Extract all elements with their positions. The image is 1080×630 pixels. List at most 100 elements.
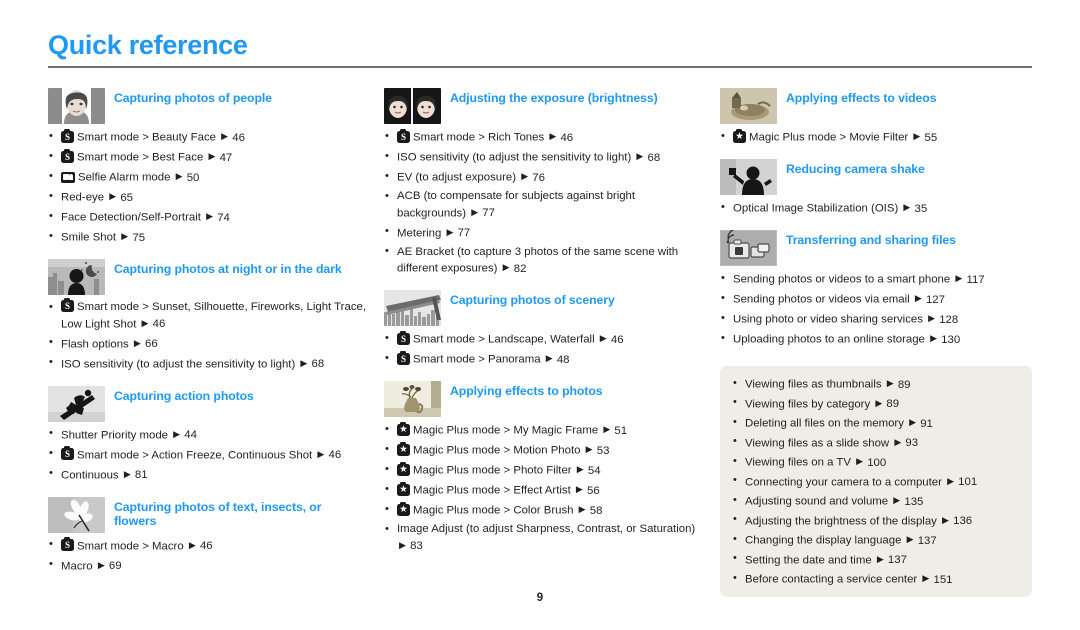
reference-section: Capturing photos of text, insects, or fl… <box>48 496 366 575</box>
list-item: ACB (to compensate for subjects against … <box>384 189 702 222</box>
list-item-label: Optical Image Stabilization (OIS) <box>733 202 899 215</box>
page-ref-arrow-icon: ▶ <box>175 171 183 181</box>
page-ref: ▶ 101 <box>942 476 977 489</box>
list-item-label: Uploading photos to an online storage <box>733 333 925 346</box>
page-number: 9 <box>536 592 544 604</box>
list-item-label: AE Bracket (to capture 3 photos of the s… <box>397 245 679 275</box>
selfie-alarm-badge <box>61 171 75 183</box>
list-item-label: Shutter Priority mode <box>61 429 168 441</box>
section-item-list: Smart mode > Sunset, Silhouette, Firewor… <box>48 298 366 373</box>
smart-mode-badge <box>397 330 410 345</box>
page-ref: ▶ 35 <box>898 202 927 215</box>
page-ref-number: 76 <box>532 171 545 184</box>
page-ref-arrow-icon: ▶ <box>549 131 557 141</box>
list-item-label: Smart mode > Beauty Face <box>77 131 216 144</box>
list-item-label: Adjusting the brightness of the display <box>745 515 937 527</box>
list-item-label: Magic Plus mode > Photo Filter <box>413 464 572 477</box>
page-ref-number: 46 <box>560 131 574 144</box>
page-ref-number: 53 <box>596 444 610 457</box>
list-item-label: Viewing files by category <box>745 398 871 410</box>
page-ref: ▶ 46 <box>184 540 213 553</box>
page-ref-number: 74 <box>217 211 230 224</box>
page-title: Quick reference <box>48 30 248 60</box>
list-item-label: Changing the display language <box>745 534 902 547</box>
list-item-label: Sending photos or videos to a smart phon… <box>733 273 951 286</box>
bridge-cityscape-thumbnail <box>384 290 441 326</box>
page-ref-number: 46 <box>232 131 245 144</box>
page-ref-arrow-icon: ▶ <box>133 337 141 348</box>
section-title: Applying effects to photos <box>450 384 603 398</box>
two-faces-exposure-thumbnail <box>384 88 441 124</box>
tip-box-item-list: Viewing files as thumbnails ▶ 89Viewing … <box>732 376 1018 588</box>
list-item: Smart mode > Macro ▶ 46 <box>48 537 366 555</box>
magic-plus-badge <box>397 421 410 436</box>
page-ref-arrow-icon: ▶ <box>903 202 911 212</box>
quick-reference-page: Quick reference Capturing photos of peop… <box>0 0 1080 630</box>
section-item-list: Sending photos or videos to a smart phon… <box>720 271 1032 348</box>
list-item-label: ISO sensitivity (to adjust the sensitivi… <box>397 151 632 164</box>
section-title: Applying effects to videos <box>786 91 937 105</box>
page-ref-number: 117 <box>966 273 985 286</box>
list-item: Image Adjust (to adjust Sharpness, Contr… <box>384 522 702 555</box>
page-ref: ▶ 136 <box>937 515 972 528</box>
content-columns: Capturing photos of people Smart mode > B… <box>48 88 1032 597</box>
list-item: Viewing files by category ▶ 89 <box>732 395 1018 413</box>
page-ref-arrow-icon: ▶ <box>300 357 308 368</box>
page-ref-number: 44 <box>184 429 197 441</box>
page-ref-number: 77 <box>457 227 471 239</box>
list-item: Viewing files on a TV ▶ 100 <box>732 454 1018 471</box>
list-item: Selfie Alarm mode ▶ 50 <box>48 169 366 186</box>
page-ref-number: 89 <box>886 398 900 410</box>
page-ref-number: 93 <box>905 437 919 449</box>
list-item-label: Before contacting a service center <box>745 573 918 586</box>
section-title: Capturing action photos <box>114 388 254 403</box>
page-ref-number: 46 <box>328 449 342 461</box>
list-item-label: Red-eye <box>61 191 105 204</box>
list-item: AE Bracket (to capture 3 photos of the s… <box>384 244 702 278</box>
list-item: Magic Plus mode > Movie Filter ▶ 55 <box>720 129 1032 146</box>
page-ref-number: 83 <box>410 540 423 552</box>
section-title: Transferring and sharing files <box>786 233 956 247</box>
list-item: Using photo or video sharing services ▶ … <box>720 311 1032 328</box>
list-item-label: Magic Plus mode > Effect Artist <box>413 484 571 497</box>
page-ref-number: 137 <box>917 534 937 547</box>
list-item: Red-eye ▶ 65 <box>48 189 366 206</box>
page-ref-number: 151 <box>933 573 953 586</box>
page-ref-number: 58 <box>589 504 603 517</box>
section-header: Adjusting the exposure (brightness) <box>384 88 702 124</box>
reference-section: Capturing action photos Shutter Priority … <box>48 385 366 484</box>
list-item: Viewing files as a slide show ▶ 93 <box>732 434 1018 452</box>
page-ref: ▶ 130 <box>925 333 961 346</box>
list-item: Sending photos or videos via email ▶ 127 <box>720 291 1032 308</box>
page-ref: ▶ 51 <box>598 424 627 437</box>
page-ref-number: 50 <box>186 171 200 184</box>
page-ref-number: 77 <box>482 207 495 219</box>
page-ref-arrow-icon: ▶ <box>121 231 129 241</box>
page-ref-number: 68 <box>311 358 325 370</box>
list-item: Magic Plus mode > My Magic Frame ▶ 51 <box>384 422 702 439</box>
list-item-label: Magic Plus mode > My Magic Frame <box>413 424 599 437</box>
list-item-label: Smart mode > Panorama <box>413 353 541 366</box>
list-item-label: Viewing files on a TV <box>745 456 851 469</box>
smart-mode-badge <box>397 128 410 143</box>
page-ref: ▶ 76 <box>516 171 545 184</box>
section-header: Transferring and sharing files <box>720 230 1032 266</box>
section-header: Capturing action photos <box>48 385 366 422</box>
list-item: ISO sensitivity (to adjust the sensitivi… <box>48 355 366 373</box>
list-item: Smart mode > Sunset, Silhouette, Firewor… <box>48 298 366 333</box>
page-ref-number: 130 <box>941 333 961 346</box>
list-item: Sending photos or videos to a smart phon… <box>720 271 1032 288</box>
list-item: Smart mode > Panorama ▶ 48 <box>384 351 702 368</box>
column-1: Capturing photos of people Smart mode > B… <box>48 88 384 588</box>
list-item-label: Smart mode > Action Freeze, Continuous S… <box>77 449 313 461</box>
reference-section: Adjusting the exposure (brightness) Smart… <box>384 88 702 277</box>
page-ref-arrow-icon: ▶ <box>913 131 921 141</box>
section-item-list: Shutter Priority mode ▶ 44 Smart mode > A… <box>48 426 366 484</box>
list-item: Deleting all files on the memory ▶ 91 <box>732 415 1018 432</box>
list-item: Setting the date and time ▶ 137 <box>732 551 1018 569</box>
page-ref: ▶ 117 <box>950 273 985 286</box>
section-item-list: Smart mode > Rich Tones ▶ 46 ISO sensitiv… <box>384 129 702 277</box>
section-header: Applying effects to videos <box>720 88 1032 124</box>
wireless-transfer-thumbnail <box>720 230 777 266</box>
list-item-label: Smart mode > Rich Tones <box>413 131 545 144</box>
